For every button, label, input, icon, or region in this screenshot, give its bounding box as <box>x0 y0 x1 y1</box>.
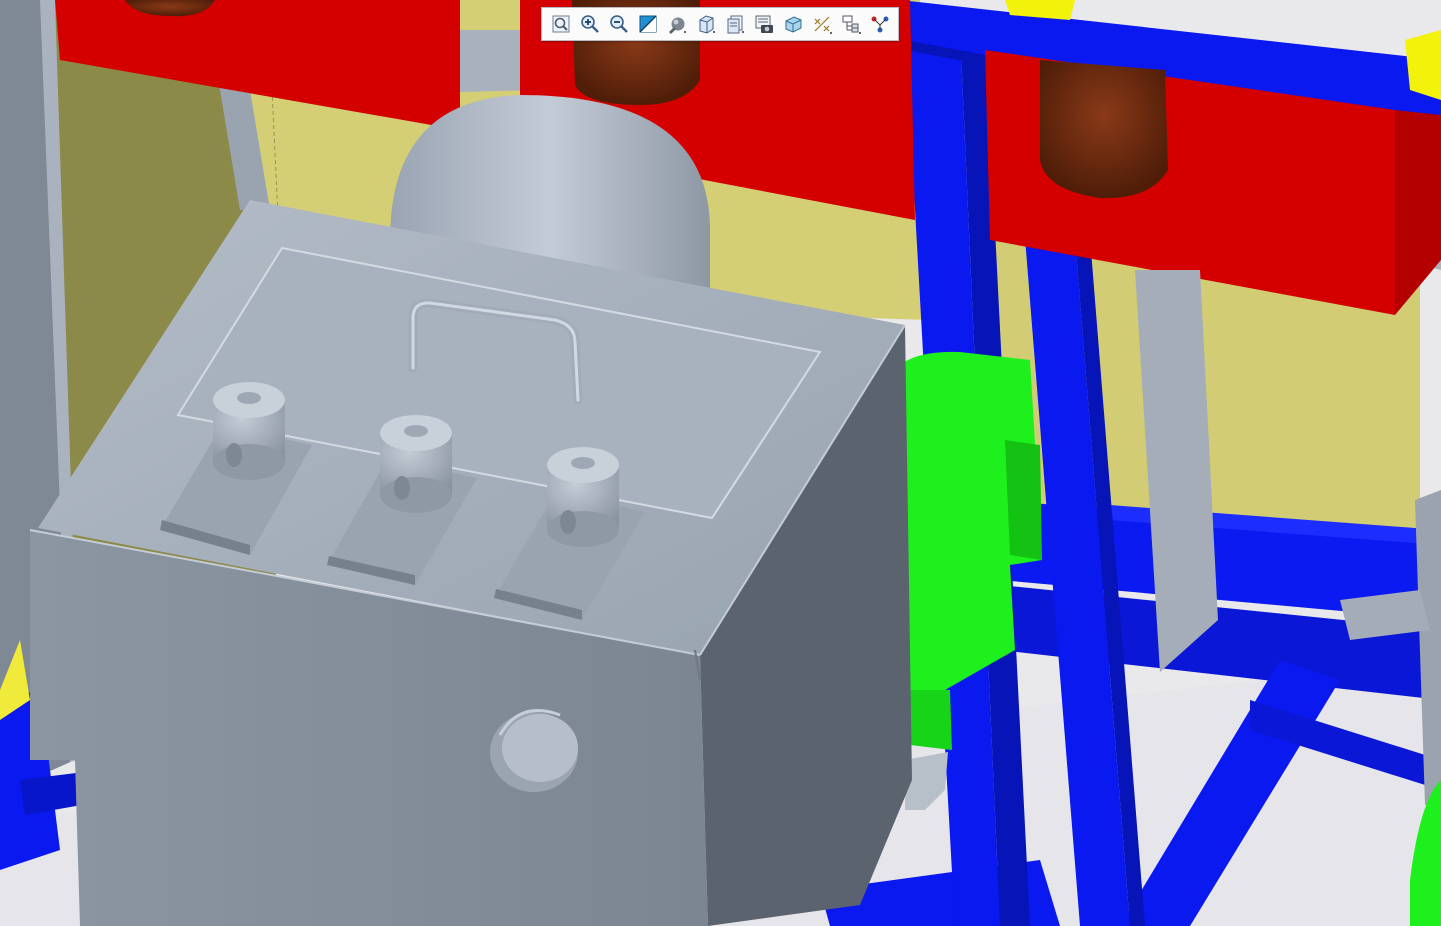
terminal-cap-3 <box>547 447 619 547</box>
3d-model-viewport[interactable] <box>0 0 1441 926</box>
feature-connection-button[interactable] <box>865 10 894 38</box>
cad-scene <box>0 0 1441 926</box>
terminal-cap-1 <box>213 382 285 480</box>
screenshot-button[interactable] <box>749 10 778 38</box>
graphics-toolbar <box>541 7 899 41</box>
zoom-out-button[interactable] <box>604 10 633 38</box>
view-manager-icon <box>724 13 746 35</box>
zoom-in-icon <box>579 13 601 35</box>
display-style-button[interactable] <box>662 10 691 38</box>
repaint-button[interactable] <box>633 10 662 38</box>
zoom-in-button[interactable] <box>575 10 604 38</box>
refit-icon <box>550 13 572 35</box>
screenshot-icon <box>753 13 775 35</box>
zoom-out-icon <box>608 13 630 35</box>
datum-display-icon <box>811 13 833 35</box>
display-style-icon <box>666 13 688 35</box>
view-manager-button[interactable] <box>720 10 749 38</box>
feature-connection-icon <box>869 13 891 35</box>
repaint-icon <box>637 13 659 35</box>
model-tree-icon <box>840 13 862 35</box>
refit-button[interactable] <box>546 10 575 38</box>
terminal-cap-2 <box>380 415 452 513</box>
named-views-icon <box>782 13 804 35</box>
model-tree-button[interactable] <box>836 10 865 38</box>
named-views-button[interactable] <box>778 10 807 38</box>
datum-display-button[interactable] <box>807 10 836 38</box>
saved-orientations-icon <box>695 13 717 35</box>
saved-orientations-button[interactable] <box>691 10 720 38</box>
